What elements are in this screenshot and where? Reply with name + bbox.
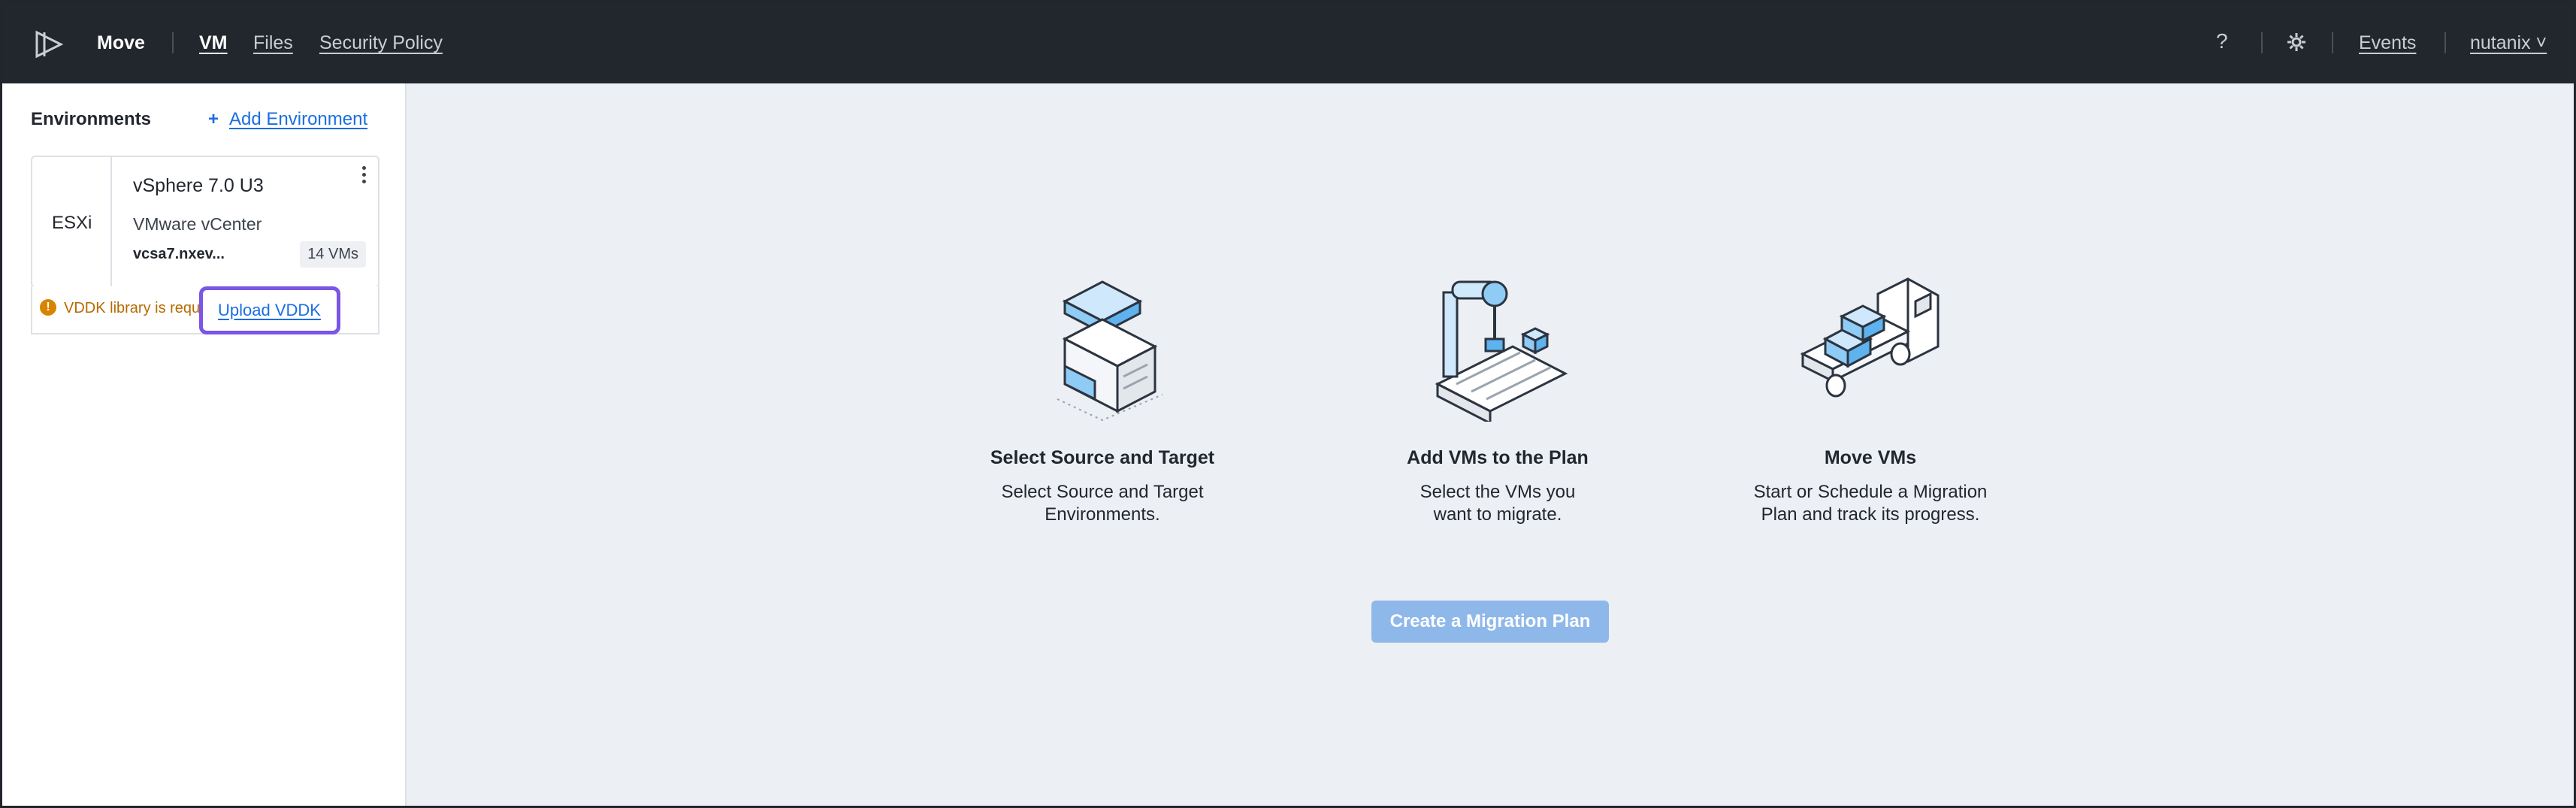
kebab-menu-icon[interactable]: [360, 166, 367, 186]
step-description-line: Select Source and Target: [1001, 482, 1204, 502]
warning-icon: !: [40, 299, 56, 316]
events-link[interactable]: Events: [2359, 32, 2416, 54]
step-description-line: Select the VMs you: [1420, 482, 1576, 502]
move-logo-icon[interactable]: [34, 29, 64, 59]
top-navigation-bar: Move VM Files Security Policy ? Events n…: [2, 2, 2574, 83]
step-description: Select the VMs you want to migrate.: [1340, 481, 1655, 526]
step-description-line: Start or Schedule a Migration: [1753, 482, 1988, 502]
nav-vm[interactable]: VM: [199, 32, 228, 54]
step-description: Start or Schedule a Migration Plan and t…: [1713, 481, 2028, 526]
upload-vddk-highlight[interactable]: Upload VDDK: [199, 286, 340, 334]
gear-icon[interactable]: [2287, 32, 2306, 52]
user-menu[interactable]: nutanix ˅: [2470, 32, 2547, 54]
step-add-vms: Add VMs to the Plan Select the VMs you w…: [1340, 271, 1655, 526]
vm-count-badge: 14 VMs: [300, 241, 366, 268]
header-divider: [172, 32, 174, 53]
environments-sidebar: Environments + Add Environment ESXi vSphe…: [2, 83, 407, 806]
environment-type-column: ESXi: [32, 157, 112, 286]
app-name: Move: [97, 32, 145, 53]
move-vms-truck-illustration-icon: [1800, 277, 1940, 398]
environment-card[interactable]: ESXi vSphere 7.0 U3 VMware vCenter vcsa7…: [31, 156, 379, 288]
header-divider: [2332, 32, 2333, 53]
add-environment-button[interactable]: + Add Environment: [208, 109, 367, 130]
step-description-line: Environments.: [1045, 504, 1160, 525]
nav-security-policy[interactable]: Security Policy: [319, 32, 443, 54]
sidebar-title: Environments: [31, 109, 152, 129]
step-title: Move VMs: [1824, 447, 1917, 468]
source-target-illustration-icon: [1057, 280, 1163, 422]
step-move-vms: Move VMs Start or Schedule a Migration P…: [1713, 271, 2028, 526]
plus-icon: +: [208, 109, 219, 129]
create-migration-plan-button[interactable]: Create a Migration Plan: [1371, 601, 1609, 643]
environment-subtype: VMware vCenter: [133, 214, 262, 234]
add-vms-illustration-icon: [1435, 280, 1568, 422]
step-description-line: want to migrate.: [1433, 504, 1562, 525]
environment-host: vcsa7.nxev...: [133, 246, 225, 262]
app-window: Move VM Files Security Policy ? Events n…: [0, 0, 2576, 808]
header-divider: [2261, 32, 2263, 53]
step-title: Add VMs to the Plan: [1407, 447, 1589, 468]
upload-vddk-link[interactable]: Upload VDDK: [218, 301, 321, 320]
step-title: Select Source and Target: [990, 447, 1215, 468]
step-description-line: Plan and track its progress.: [1761, 504, 1980, 525]
environment-name: vSphere 7.0 U3: [133, 175, 264, 196]
step-select-source-target: Select Source and Target Select Source a…: [945, 271, 1260, 526]
header-divider: [2444, 32, 2446, 53]
main-content: Select Source and Target Select Source a…: [408, 83, 2574, 806]
nav-files[interactable]: Files: [253, 32, 293, 54]
add-environment-label: Add Environment: [229, 109, 368, 129]
step-description: Select Source and Target Environments.: [945, 481, 1260, 526]
help-icon[interactable]: ?: [2216, 29, 2228, 53]
environment-type: ESXi: [52, 213, 92, 233]
